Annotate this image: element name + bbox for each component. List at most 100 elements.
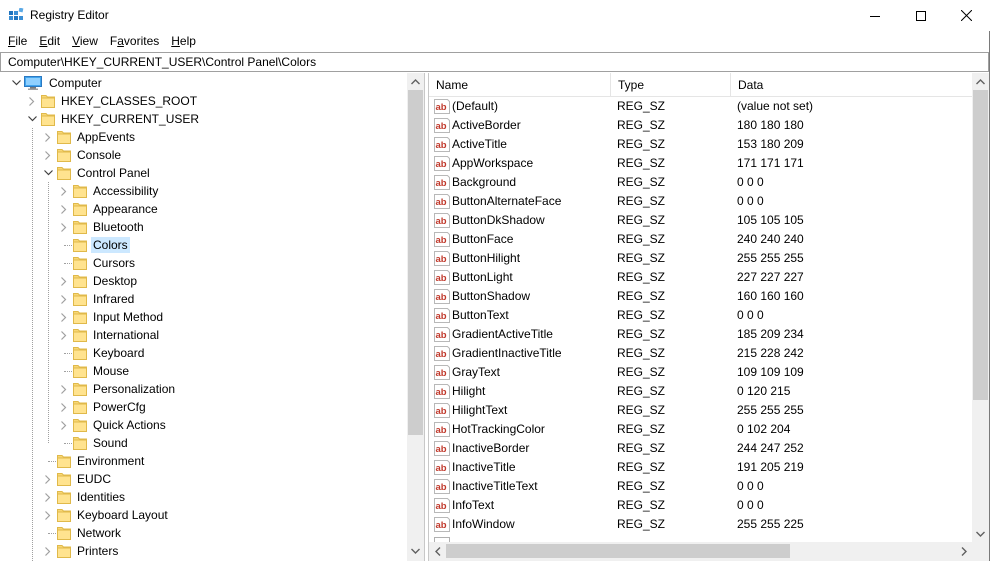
tree-item-console[interactable]: Console bbox=[40, 146, 123, 164]
tree-item-mouse[interactable]: Mouse bbox=[56, 362, 131, 380]
list-scroll-up-button[interactable] bbox=[972, 73, 989, 90]
tree-item-personalization[interactable]: Personalization bbox=[56, 380, 177, 398]
tree-item-appearance[interactable]: Appearance bbox=[56, 200, 160, 218]
tree-item-network[interactable]: Network bbox=[40, 524, 123, 542]
column-header-data[interactable]: Data bbox=[731, 73, 972, 97]
chevron-right-icon[interactable] bbox=[56, 200, 72, 218]
list-scroll-down-button[interactable] bbox=[972, 525, 989, 542]
list-row[interactable]: ab ButtonDkShadow REG_SZ 105 105 105 bbox=[429, 211, 972, 230]
list-row[interactable]: ab Background REG_SZ 0 0 0 bbox=[429, 173, 972, 192]
chevron-right-icon[interactable] bbox=[40, 146, 56, 164]
chevron-right-icon[interactable] bbox=[24, 92, 40, 110]
svg-text:ab: ab bbox=[436, 463, 447, 474]
list-scroll-left-button[interactable] bbox=[429, 542, 446, 561]
tree-item-powercfg[interactable]: PowerCfg bbox=[56, 398, 148, 416]
tree-item-colors[interactable]: Colors bbox=[56, 236, 130, 254]
list-row[interactable]: ab HotTrackingColor REG_SZ 0 102 204 bbox=[429, 420, 972, 439]
chevron-right-icon[interactable] bbox=[56, 380, 72, 398]
tree-item-computer[interactable]: Computer bbox=[8, 74, 104, 92]
column-header-type[interactable]: Type bbox=[611, 73, 731, 97]
list-row[interactable]: ab ButtonAlternateFace REG_SZ 0 0 0 bbox=[429, 192, 972, 211]
tree-scroll-down-button[interactable] bbox=[407, 542, 424, 559]
chevron-right-icon[interactable] bbox=[56, 326, 72, 344]
list-row[interactable]: ab ButtonFace REG_SZ 240 240 240 bbox=[429, 230, 972, 249]
column-header-name[interactable]: Name bbox=[429, 73, 611, 97]
chevron-down-icon[interactable] bbox=[8, 74, 24, 92]
menu-favorites[interactable]: Favorites bbox=[104, 31, 165, 51]
list-row[interactable]: ab ButtonText REG_SZ 0 0 0 bbox=[429, 306, 972, 325]
list-scroll-right-button[interactable] bbox=[955, 542, 972, 561]
tree-item-control-panel[interactable]: Control Panel bbox=[40, 164, 152, 182]
chevron-right-icon[interactable] bbox=[56, 416, 72, 434]
chevron-right-icon[interactable] bbox=[56, 290, 72, 308]
tree-item-input-method[interactable]: Input Method bbox=[56, 308, 165, 326]
tree-item-desktop[interactable]: Desktop bbox=[56, 272, 139, 290]
list-row[interactable]: ab ButtonLight REG_SZ 227 227 227 bbox=[429, 268, 972, 287]
tree-item-keyboard[interactable]: Keyboard bbox=[56, 344, 146, 362]
minimize-button[interactable] bbox=[852, 0, 898, 31]
tree-item-sound[interactable]: Sound bbox=[56, 434, 130, 452]
list-row[interactable]: ab HilightText REG_SZ 255 255 255 bbox=[429, 401, 972, 420]
list-row[interactable]: ab InactiveBorder REG_SZ 244 247 252 bbox=[429, 439, 972, 458]
address-path[interactable]: Computer\HKEY_CURRENT_USER\Control Panel… bbox=[8, 55, 316, 70]
menu-view[interactable]: View bbox=[66, 31, 104, 51]
list-row[interactable]: ab GradientActiveTitle REG_SZ 185 209 234 bbox=[429, 325, 972, 344]
list-row[interactable]: ab AppWorkspace REG_SZ 171 171 171 bbox=[429, 154, 972, 173]
chevron-down-icon[interactable] bbox=[24, 110, 40, 128]
menu-edit[interactable]: Edit bbox=[33, 31, 66, 51]
chevron-right-icon[interactable] bbox=[40, 506, 56, 524]
list-row[interactable]: ab ActiveBorder REG_SZ 180 180 180 bbox=[429, 116, 972, 135]
list-row[interactable]: ab ButtonHilight REG_SZ 255 255 255 bbox=[429, 249, 972, 268]
chevron-right-icon[interactable] bbox=[40, 470, 56, 488]
tree-item-printers[interactable]: Printers bbox=[40, 542, 120, 560]
menu-file[interactable]: File bbox=[2, 31, 33, 51]
chevron-right-icon[interactable] bbox=[40, 542, 56, 560]
list-vertical-scrollbar[interactable] bbox=[972, 73, 989, 542]
tree-item-cursors[interactable]: Cursors bbox=[56, 254, 137, 272]
chevron-down-icon[interactable] bbox=[40, 164, 56, 182]
tree-item-international[interactable]: International bbox=[56, 326, 161, 344]
list-hscroll-thumb[interactable] bbox=[446, 544, 790, 558]
menu-help[interactable]: Help bbox=[165, 31, 202, 51]
list-row[interactable]: ab InactiveTitleText REG_SZ 0 0 0 bbox=[429, 477, 972, 496]
list-row[interactable]: ab GradientInactiveTitle REG_SZ 215 228 242 bbox=[429, 344, 972, 363]
list-row-partial[interactable] bbox=[429, 535, 972, 542]
chevron-right-icon[interactable] bbox=[56, 218, 72, 236]
maximize-button[interactable] bbox=[898, 0, 944, 31]
chevron-right-icon[interactable] bbox=[40, 488, 56, 506]
tree-scroll-up-button[interactable] bbox=[407, 73, 424, 90]
tree-scroll-thumb[interactable] bbox=[408, 90, 423, 435]
tree-item-hkey-classes-root[interactable]: HKEY_CLASSES_ROOT bbox=[24, 92, 199, 110]
tree-item-accessibility[interactable]: Accessibility bbox=[56, 182, 160, 200]
list-horizontal-scrollbar[interactable] bbox=[429, 542, 972, 561]
address-bar[interactable]: Computer\HKEY_CURRENT_USER\Control Panel… bbox=[0, 52, 989, 72]
tree-item-appevents[interactable]: AppEvents bbox=[40, 128, 137, 146]
size-grip[interactable] bbox=[972, 542, 989, 561]
tree-vertical-scrollbar[interactable] bbox=[407, 73, 424, 561]
close-button[interactable] bbox=[943, 0, 989, 31]
chevron-right-icon[interactable] bbox=[56, 182, 72, 200]
tree-item-hkey-current-user[interactable]: HKEY_CURRENT_USER bbox=[24, 110, 201, 128]
value-data: 109 109 109 bbox=[737, 365, 804, 379]
list-row[interactable]: ab (Default) REG_SZ (value not set) bbox=[429, 97, 972, 116]
list-row[interactable]: ab ActiveTitle REG_SZ 153 180 209 bbox=[429, 135, 972, 154]
list-row[interactable]: ab InactiveTitle REG_SZ 191 205 219 bbox=[429, 458, 972, 477]
tree-item-infrared[interactable]: Infrared bbox=[56, 290, 136, 308]
tree-item-quick-actions[interactable]: Quick Actions bbox=[56, 416, 168, 434]
svg-text:ab: ab bbox=[436, 121, 447, 132]
list-scroll-thumb[interactable] bbox=[973, 90, 988, 400]
list-row[interactable]: ab ButtonShadow REG_SZ 160 160 160 bbox=[429, 287, 972, 306]
tree-item-keyboard-layout[interactable]: Keyboard Layout bbox=[40, 506, 170, 524]
tree-item-bluetooth[interactable]: Bluetooth bbox=[56, 218, 146, 236]
list-row[interactable]: ab InfoWindow REG_SZ 255 255 225 bbox=[429, 515, 972, 534]
chevron-right-icon[interactable] bbox=[56, 272, 72, 290]
tree-item-identities[interactable]: Identities bbox=[40, 488, 127, 506]
list-row[interactable]: ab GrayText REG_SZ 109 109 109 bbox=[429, 363, 972, 382]
chevron-right-icon[interactable] bbox=[56, 308, 72, 326]
tree-item-eudc[interactable]: EUDC bbox=[40, 470, 113, 488]
chevron-right-icon[interactable] bbox=[40, 128, 56, 146]
chevron-right-icon[interactable] bbox=[56, 398, 72, 416]
tree-item-environment[interactable]: Environment bbox=[40, 452, 146, 470]
list-row[interactable]: ab Hilight REG_SZ 0 120 215 bbox=[429, 382, 972, 401]
list-row[interactable]: ab InfoText REG_SZ 0 0 0 bbox=[429, 496, 972, 515]
